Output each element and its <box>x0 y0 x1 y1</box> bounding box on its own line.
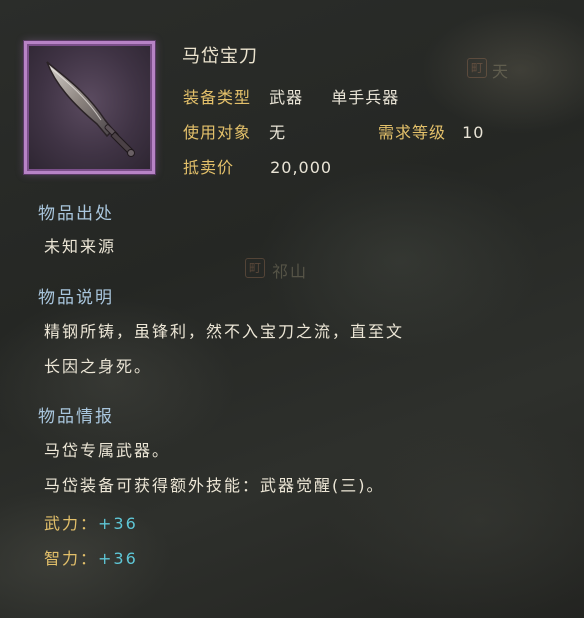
sell-price-row: 抵卖价 20,000 <box>183 154 332 178</box>
equip-subtype-value: 单手兵器 <box>331 88 400 107</box>
req-level-value: 10 <box>462 123 485 142</box>
item-name: 马岱宝刀 <box>182 46 258 67</box>
sell-price-label: 抵卖价 <box>183 158 235 177</box>
map-label-qishan: 祁山 <box>272 262 309 281</box>
map-stamp-icon: 町 <box>245 258 265 278</box>
info-heading: 物品情报 <box>38 407 114 427</box>
origin-text: 未知来源 <box>44 237 117 256</box>
equip-type-row: 装备类型 武器 单手兵器 <box>183 84 399 108</box>
info-line-1: 马岱专属武器。 <box>44 441 171 460</box>
req-level-row: 需求等级 10 <box>378 119 484 143</box>
sell-price-value: 20,000 <box>270 158 333 177</box>
stat-intellect-value: +36 <box>98 549 138 568</box>
equip-type-label: 装备类型 <box>183 88 252 107</box>
stat-strength-label: 武力： <box>44 514 99 533</box>
origin-heading: 物品出处 <box>38 204 114 224</box>
stat-intellect-label: 智力： <box>44 549 99 568</box>
req-level-label: 需求等级 <box>378 123 447 142</box>
stat-strength-row: 武力：+36 <box>44 510 138 534</box>
description-line-1: 精钢所铸，虽锋利，然不入宝刀之流，直至文 <box>44 322 405 341</box>
target-value: 无 <box>269 123 287 142</box>
saber-icon <box>46 61 135 157</box>
target-label: 使用对象 <box>183 123 252 142</box>
map-label-tian: 天 <box>492 62 511 81</box>
equip-type-value: 武器 <box>269 88 304 107</box>
stat-strength-value: +36 <box>98 514 138 533</box>
stat-intellect-row: 智力：+36 <box>44 545 138 569</box>
description-heading: 物品说明 <box>38 288 114 308</box>
description-line-2: 长因之身死。 <box>44 357 153 376</box>
map-stamp-icon: 町 <box>467 58 487 78</box>
info-line-2: 马岱装备可获得额外技能：武器觉醒(三)。 <box>44 476 385 495</box>
target-row: 使用对象 无 <box>183 119 286 143</box>
item-icon-frame[interactable] <box>24 41 155 174</box>
